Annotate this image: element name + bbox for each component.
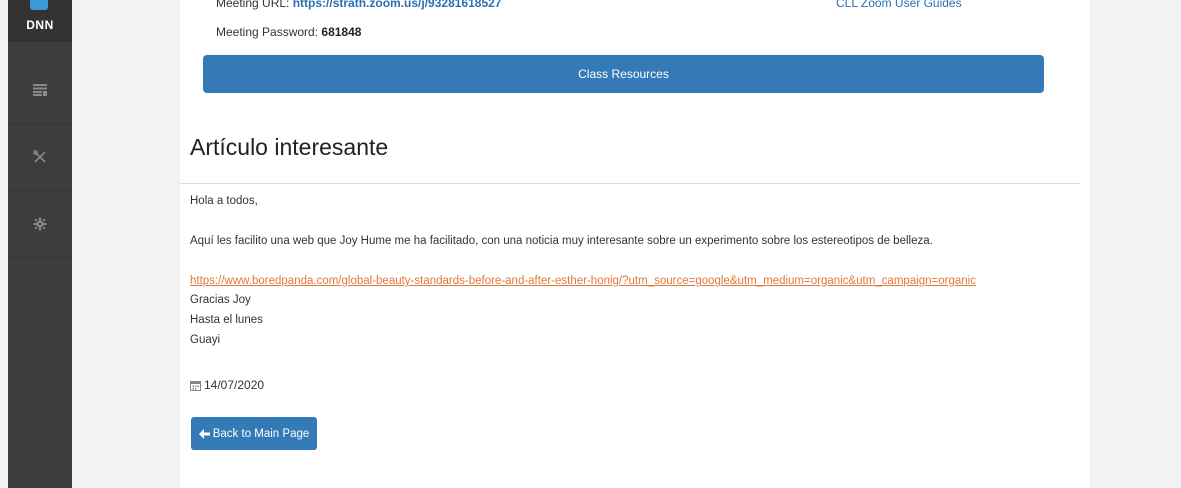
meeting-url-label: Meeting URL: <box>216 0 290 10</box>
logo-mark <box>30 0 48 10</box>
article-date-text: 14/07/2020 <box>204 378 265 392</box>
article-line-thanks: Gracias Joy <box>190 294 251 306</box>
gear-icon[interactable] <box>8 191 72 258</box>
calendar-icon <box>190 380 201 391</box>
title-divider <box>180 183 1080 184</box>
class-resources-button[interactable]: Class Resources <box>203 55 1044 93</box>
page-root: DNN Meeting URL: https://strath.zoom.us/… <box>0 0 1181 488</box>
meeting-password-row: Meeting Password: 681848 <box>216 25 361 39</box>
meeting-url-row: Meeting URL: https://strath.zoom.us/j/93… <box>216 0 501 10</box>
article-content: Meeting URL: https://strath.zoom.us/j/93… <box>180 0 1090 488</box>
content-icon[interactable] <box>8 57 72 124</box>
article-line-until: Hasta el lunes <box>190 314 263 326</box>
arrow-left-icon <box>198 428 210 439</box>
zoom-guides-link[interactable]: CLL Zoom User Guides <box>836 0 962 10</box>
article-link[interactable]: https://www.boredpanda.com/global-beauty… <box>190 275 976 287</box>
article-date: 14/07/2020 <box>190 378 264 392</box>
article-body: Aquí les facilito una web que Joy Hume m… <box>190 235 933 247</box>
meeting-password-label: Meeting Password: <box>216 25 319 39</box>
meeting-url-link[interactable]: https://strath.zoom.us/j/93281618527 <box>293 0 502 10</box>
back-button-label: Back to Main Page <box>212 427 310 440</box>
content-icon-glyph <box>33 84 47 96</box>
persona-bar: DNN <box>8 0 72 488</box>
article-greeting: Hola a todos, <box>190 195 258 207</box>
tools-icon-glyph <box>33 150 46 163</box>
page-gutter-left <box>72 0 180 488</box>
article-title: Artículo interesante <box>190 134 389 160</box>
meeting-password-value: 681848 <box>321 25 362 39</box>
dnn-logo[interactable]: DNN <box>8 0 72 42</box>
gear-icon-glyph <box>33 217 47 231</box>
tools-icon[interactable] <box>8 124 72 191</box>
window-edge <box>0 0 8 488</box>
logo-text: DNN <box>26 18 54 32</box>
page-gutter-right <box>1090 0 1181 488</box>
back-to-main-button[interactable]: Back to Main Page <box>191 417 317 450</box>
article-line-sign: Guayi <box>190 334 221 346</box>
